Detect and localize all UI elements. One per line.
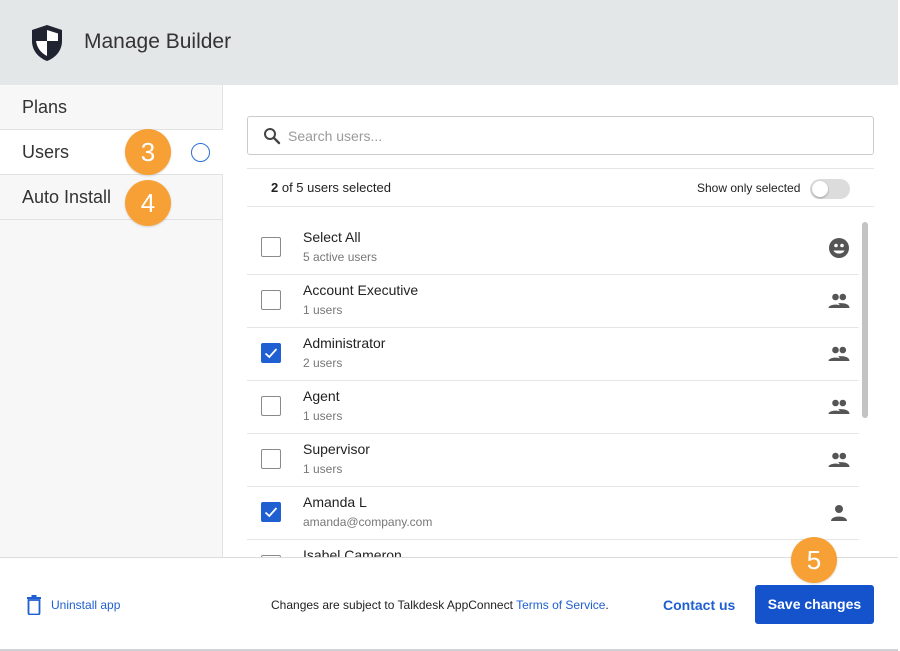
item-name: Supervisor xyxy=(303,441,370,457)
app-window: Manage Builder Plans Users Auto Install … xyxy=(0,0,898,651)
item-subtitle: 1 users xyxy=(303,462,343,476)
group-icon xyxy=(828,452,850,467)
item-subtitle: 1 users xyxy=(303,303,343,317)
list-item[interactable]: Administrator 2 users xyxy=(247,328,859,381)
users-panel: 2 of 5 users selected Show only selected… xyxy=(224,85,898,557)
sidebar-item-label: Users xyxy=(22,142,70,162)
show-only-selected-toggle[interactable] xyxy=(810,179,850,199)
group-icon xyxy=(828,346,850,361)
search-icon xyxy=(264,128,281,145)
list-item[interactable]: Account Executive 1 users xyxy=(247,275,859,328)
item-subtitle: 5 active users xyxy=(303,250,378,264)
selection-bar: 2 of 5 users selected Show only selected xyxy=(247,168,874,207)
list-item[interactable]: Supervisor 1 users xyxy=(247,434,859,487)
check-icon xyxy=(264,507,278,518)
terms-suffix: . xyxy=(605,598,609,612)
checkbox[interactable] xyxy=(261,343,281,363)
toggle-knob xyxy=(812,181,828,197)
group-icon xyxy=(828,293,850,308)
trash-icon xyxy=(27,595,41,615)
item-subtitle: 1 users xyxy=(303,409,343,423)
search-input[interactable] xyxy=(288,125,848,147)
sidebar-item-users[interactable]: Users xyxy=(0,130,223,175)
list-item[interactable]: Select All 5 active users xyxy=(247,222,859,275)
checkbox[interactable] xyxy=(261,237,281,257)
search-box[interactable] xyxy=(247,116,874,155)
list-item[interactable]: Amanda L amanda@company.com xyxy=(247,487,859,540)
users-radio-indicator[interactable] xyxy=(191,143,210,162)
checkbox[interactable] xyxy=(261,290,281,310)
contact-us-link[interactable]: Contact us xyxy=(663,597,735,613)
item-name: Select All xyxy=(303,229,361,245)
sidebar: Plans Users Auto Install xyxy=(0,85,223,557)
terms-of-service-link[interactable]: Terms of Service xyxy=(516,598,605,612)
uninstall-label: Uninstall app xyxy=(51,598,121,612)
sidebar-item-plans[interactable]: Plans xyxy=(0,85,223,130)
item-name: Administrator xyxy=(303,335,386,351)
item-name: Account Executive xyxy=(303,282,419,298)
sidebar-item-label: Auto Install xyxy=(22,187,112,207)
step-marker-5: 5 xyxy=(791,537,837,583)
check-icon xyxy=(264,348,278,359)
checkbox[interactable] xyxy=(261,396,281,416)
footer: Uninstall app Changes are subject to Tal… xyxy=(0,557,898,649)
step-marker-3: 3 xyxy=(125,129,171,175)
person-icon xyxy=(831,505,847,521)
select-all-icon xyxy=(829,238,849,258)
terms-notice: Changes are subject to Talkdesk AppConne… xyxy=(271,598,609,612)
sidebar-item-label: Plans xyxy=(22,97,68,117)
app-header: Manage Builder xyxy=(0,0,898,85)
terms-prefix: Changes are subject to Talkdesk AppConne… xyxy=(271,598,517,612)
selection-count-text: of 5 users selected xyxy=(278,180,391,195)
checkbox[interactable] xyxy=(261,502,281,522)
list-scrollbar[interactable] xyxy=(861,222,869,422)
item-name: Agent xyxy=(303,388,340,404)
user-list: Select All 5 active users Account Execut… xyxy=(247,222,859,557)
save-changes-button[interactable]: Save changes xyxy=(755,585,874,624)
app-title: Manage Builder xyxy=(84,30,232,53)
group-icon xyxy=(828,399,850,414)
list-item[interactable]: Agent 1 users xyxy=(247,381,859,434)
selection-count: 2 of 5 users selected xyxy=(271,180,391,195)
show-only-selected-label: Show only selected xyxy=(697,181,801,195)
item-name: Amanda L xyxy=(303,494,367,510)
item-subtitle: amanda@company.com xyxy=(303,515,433,529)
item-subtitle: 2 users xyxy=(303,356,343,370)
step-marker-4: 4 xyxy=(125,180,171,226)
scrollbar-thumb[interactable] xyxy=(862,222,868,418)
sidebar-item-auto-install[interactable]: Auto Install xyxy=(0,175,223,220)
item-name: Isabel Cameron xyxy=(303,547,402,557)
list-item[interactable]: Isabel Cameron xyxy=(247,540,859,557)
shield-icon xyxy=(32,25,62,61)
checkbox[interactable] xyxy=(261,449,281,469)
